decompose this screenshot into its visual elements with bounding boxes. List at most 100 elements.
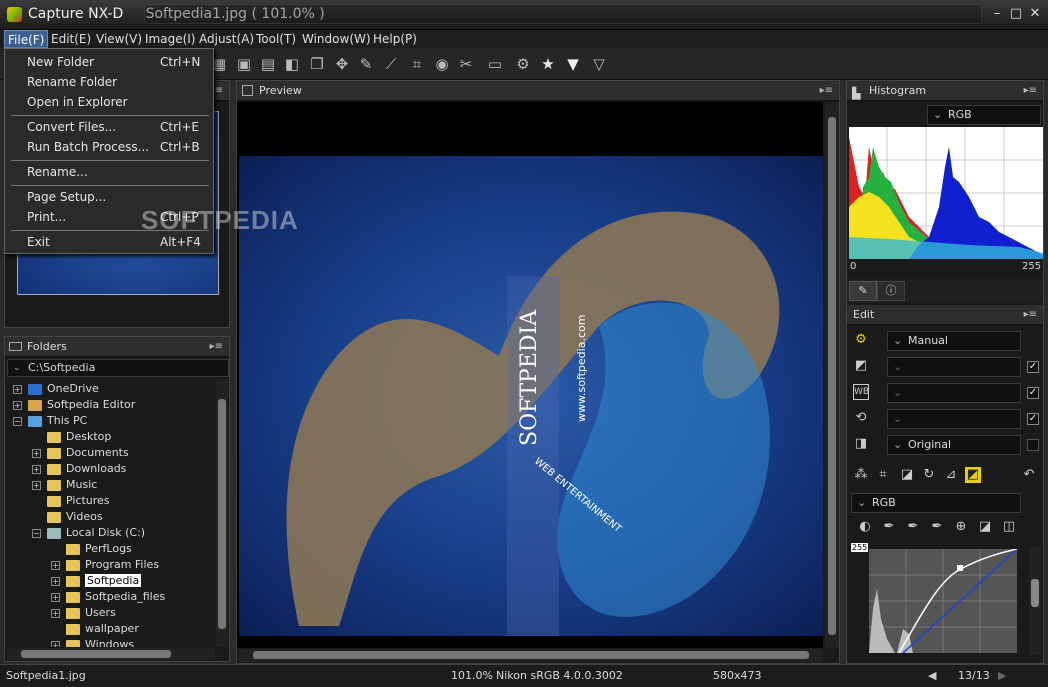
- adjust-checkbox[interactable]: ✓: [1027, 413, 1039, 425]
- preview-canvas[interactable]: SOFTPEDIA www.softpedia.com WEB ENTERTAI…: [237, 102, 823, 648]
- panel-menu-icon[interactable]: ▸≡: [210, 337, 223, 357]
- tree-item-desktop[interactable]: Desktop: [47, 429, 111, 445]
- grid-compare-icon[interactable]: ▤: [259, 55, 277, 73]
- panel-menu-icon[interactable]: ▸≡: [820, 81, 833, 101]
- preview-vscrollbar[interactable]: [825, 103, 839, 648]
- scroll-thumb[interactable]: [828, 117, 836, 635]
- folder-tree-hscrollbar[interactable]: [7, 648, 215, 660]
- curve-channel-select[interactable]: ⌄ RGB: [851, 493, 1021, 513]
- prev-image-icon[interactable]: ◀: [928, 669, 936, 682]
- menu-view[interactable]: View(V): [93, 30, 145, 48]
- eyedropper-icon[interactable]: ✎: [357, 55, 375, 73]
- auto-contrast-icon[interactable]: ◪: [977, 519, 993, 535]
- menu-item-open-in-explorer[interactable]: Open in Explorer: [27, 92, 128, 112]
- menu-item-page-setup[interactable]: Page Setup...: [27, 187, 106, 207]
- exposure-select[interactable]: ⌄: [887, 357, 1021, 377]
- menu-item-rename-folder[interactable]: Rename Folder: [27, 72, 117, 92]
- white-balance-select[interactable]: ⌄: [887, 383, 1021, 403]
- retouch-icon[interactable]: ✂: [457, 55, 475, 73]
- picture-control-select[interactable]: ⌄ Manual: [887, 331, 1021, 351]
- tree-item-softpedia-files[interactable]: + Softpedia_files: [51, 589, 165, 605]
- folder-path-select[interactable]: ⌄ C:\Softpedia: [7, 359, 229, 377]
- menu-item-run-batch-process[interactable]: Run Batch Process...: [27, 137, 149, 157]
- tree-item-program-files[interactable]: + Program Files: [51, 557, 159, 573]
- menu-item-print[interactable]: Print...: [27, 207, 66, 227]
- next-image-icon[interactable]: ▶: [998, 669, 1006, 682]
- white-point-eyedropper-icon[interactable]: ✒: [929, 519, 945, 535]
- split-view-icon[interactable]: ◧: [283, 55, 301, 73]
- menu-window[interactable]: Window(W): [299, 30, 374, 48]
- menu-edit[interactable]: Edit(E): [48, 30, 94, 48]
- undo-icon[interactable]: ↶: [1021, 467, 1037, 483]
- menu-item-exit[interactable]: Exit: [27, 232, 50, 252]
- menu-tool[interactable]: Tool(T): [253, 30, 299, 48]
- contrast-icon[interactable]: ◐: [857, 519, 873, 535]
- menu-item-convert-files[interactable]: Convert Files...: [27, 117, 116, 137]
- straighten-icon[interactable]: ⟋: [382, 55, 400, 73]
- menu-item-rename[interactable]: Rename...: [27, 162, 88, 182]
- star-icon[interactable]: ★: [539, 55, 557, 73]
- tree-item-softpedia[interactable]: + Softpedia: [51, 573, 142, 589]
- curves-icon[interactable]: ◩: [965, 467, 981, 483]
- tree-item-users[interactable]: + Users: [51, 605, 116, 621]
- exposure-checkbox[interactable]: ✓: [1027, 361, 1039, 373]
- rotate-icon[interactable]: ↻: [921, 467, 937, 483]
- tree-item-local-disk[interactable]: − Local Disk (C:): [32, 525, 145, 541]
- scroll-thumb[interactable]: [21, 650, 171, 658]
- scroll-thumb[interactable]: [253, 651, 809, 659]
- curve-graph[interactable]: [869, 548, 1018, 654]
- settings-icon[interactable]: ⚙: [514, 55, 532, 73]
- target-icon[interactable]: ⊕: [953, 519, 969, 535]
- panel-menu-icon[interactable]: ▸≡: [1024, 81, 1037, 101]
- tree-item-this-pc[interactable]: − This PC: [13, 413, 87, 429]
- tree-item-perflogs[interactable]: PerfLogs: [66, 541, 132, 557]
- tree-item-pictures[interactable]: Pictures: [47, 493, 110, 509]
- menu-item-new-folder[interactable]: New Folder: [27, 52, 94, 72]
- menu-file[interactable]: File(F): [4, 30, 49, 48]
- copy-icon[interactable]: ❐: [308, 55, 326, 73]
- reset-curve-icon[interactable]: ◫: [1001, 519, 1017, 535]
- filter-clear-icon[interactable]: ▽: [590, 55, 608, 73]
- close-icon[interactable]: ✕: [1027, 6, 1043, 22]
- tree-item-wallpaper[interactable]: wallpaper: [66, 621, 139, 637]
- tab-info[interactable]: ⓘ: [877, 281, 905, 301]
- tree-item-videos[interactable]: Videos: [47, 509, 103, 525]
- preview-image[interactable]: SOFTPEDIA www.softpedia.com WEB ENTERTAI…: [239, 156, 823, 636]
- panel-menu-icon[interactable]: ▸≡: [1024, 305, 1037, 325]
- hand-tool-icon[interactable]: ✥: [333, 55, 351, 73]
- tree-item-downloads[interactable]: + Downloads: [32, 461, 126, 477]
- folder-tree-vscrollbar[interactable]: [216, 379, 228, 647]
- filter-icon[interactable]: ▼: [564, 55, 582, 73]
- perspective-icon[interactable]: ⊿: [943, 467, 959, 483]
- version-select[interactable]: ⌄ Original: [887, 435, 1021, 455]
- menu-image[interactable]: Image(I): [142, 30, 198, 48]
- tree-item-documents[interactable]: + Documents: [32, 445, 129, 461]
- menu-help[interactable]: Help(P): [370, 30, 420, 48]
- gray-point-eyedropper-icon[interactable]: ✒: [905, 519, 921, 535]
- histogram-channel-select[interactable]: ⌄ RGB: [927, 105, 1041, 125]
- tree-item-windows[interactable]: + Windows: [51, 637, 134, 647]
- tab-edit[interactable]: ✎: [849, 281, 877, 301]
- preview-checkbox[interactable]: [242, 85, 253, 96]
- white-balance-checkbox[interactable]: ✓: [1027, 387, 1039, 399]
- maximize-icon[interactable]: □: [1008, 6, 1024, 22]
- crop-icon[interactable]: ⌗: [408, 55, 426, 73]
- monitor-icon[interactable]: ▭: [486, 55, 504, 73]
- minimize-icon[interactable]: –: [989, 6, 1005, 22]
- scroll-thumb[interactable]: [1031, 579, 1039, 607]
- crop-icon[interactable]: ⌗: [875, 467, 891, 483]
- scroll-thumb[interactable]: [218, 399, 226, 629]
- noise-reduction-icon[interactable]: ⁂: [853, 467, 869, 483]
- tree-item-onedrive[interactable]: + OneDrive: [13, 381, 99, 397]
- black-point-eyedropper-icon[interactable]: ✒: [881, 519, 897, 535]
- menu-adjust[interactable]: Adjust(A): [196, 30, 257, 48]
- levels-icon[interactable]: ◪: [899, 467, 915, 483]
- tree-item-music[interactable]: + Music: [32, 477, 97, 493]
- grid-icon[interactable]: ▣: [235, 55, 253, 73]
- preview-hscrollbar[interactable]: [239, 649, 823, 662]
- app-icon[interactable]: ◉: [433, 55, 451, 73]
- adjust-select[interactable]: ⌄: [887, 409, 1021, 429]
- version-checkbox[interactable]: [1027, 439, 1039, 451]
- edit-vscrollbar[interactable]: [1029, 547, 1041, 655]
- tree-item-softpedia-editor[interactable]: + Softpedia Editor: [13, 397, 135, 413]
